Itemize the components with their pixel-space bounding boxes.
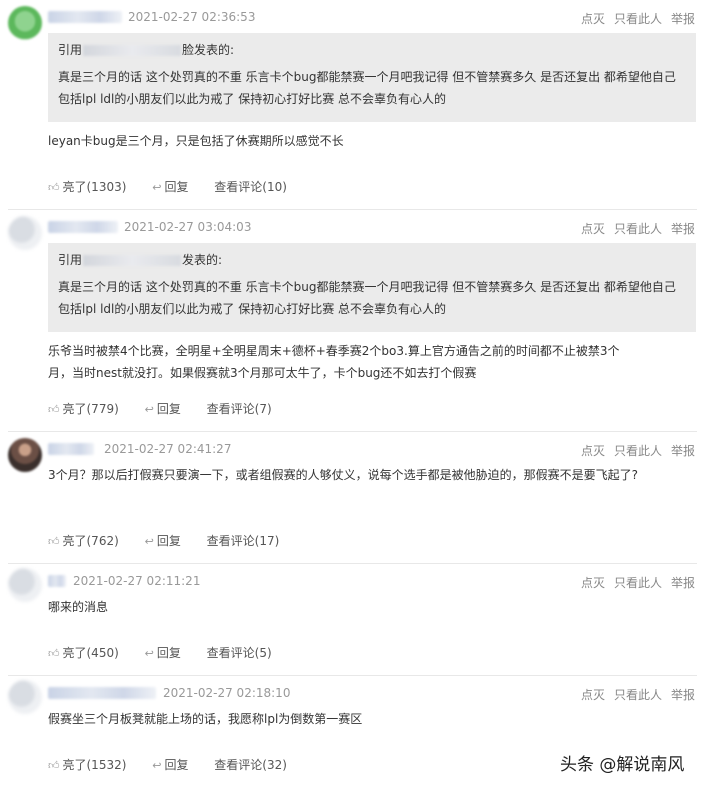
reply-button[interactable]: ↩ 回复 [152,756,188,773]
only-this-user-button[interactable]: 只看此人 [614,444,662,458]
view-comments-button[interactable]: 查看评论(7) [207,400,272,417]
reply-icon: ↩ [152,759,162,772]
reply-label: 回复 [156,646,181,660]
comment-time: 2021-02-27 03:04:03 [124,220,252,234]
reply-icon: ↩ [144,403,154,416]
like-count: 亮了(762) [62,534,119,548]
reply-label: 回复 [156,534,181,548]
bury-button[interactable]: 点灭 [581,444,605,458]
reply-button[interactable]: ↩ 回复 [145,532,181,549]
reply-button[interactable]: ↩ 回复 [145,400,181,417]
like-button[interactable]: 👍︎ 亮了(779) [48,400,119,417]
comment-time: 2021-02-27 02:41:27 [104,442,232,456]
comment-actions: 点灭 只看此人 举报 [572,686,695,703]
bury-button[interactable]: 点灭 [581,12,605,26]
comment-text: leyan卡bug是三个月，只是包括了休赛期所以感觉不长 [48,134,344,148]
reply-icon: ↩ [144,535,154,548]
only-this-user-button[interactable]: 只看此人 [614,576,662,590]
view-comments-button[interactable]: 查看评论(32) [214,756,287,773]
avatar[interactable] [8,216,42,250]
avatar[interactable] [8,438,42,472]
username[interactable] [48,11,122,23]
thumb-up-icon: 👍︎ [48,759,60,772]
like-button[interactable]: 👍︎ 亮了(1303) [48,178,126,195]
report-button[interactable]: 举报 [671,222,695,236]
quote-text: 真是三个月的话 这个处罚真的不重 乐言卡个bug都能禁赛一个月吧我记得 但不管禁… [58,280,676,316]
quote-block: 引用 发表的: 真是三个月的话 这个处罚真的不重 乐言卡个bug都能禁赛一个月吧我… [48,243,696,332]
avatar[interactable] [8,6,42,40]
quote-username[interactable] [83,255,182,266]
avatar[interactable] [8,568,42,602]
comment-text: 哪来的消息 [48,600,109,614]
reply-label: 回复 [164,180,189,194]
comment-time: 2021-02-27 02:18:10 [163,686,291,700]
quote-header: 引用 发表的: [58,251,222,268]
reply-label: 回复 [164,758,189,772]
bury-button[interactable]: 点灭 [581,576,605,590]
username[interactable] [48,221,118,233]
thumb-up-icon: 👍︎ [48,181,60,194]
bury-button[interactable]: 点灭 [581,222,605,236]
view-comments-button[interactable]: 查看评论(10) [214,178,287,195]
only-this-user-button[interactable]: 只看此人 [614,688,662,702]
comment-item: 2021-02-27 02:11:21 点灭 只看此人 举报 哪来的消息 👍︎ 亮了(… [0,564,705,675]
comment-footer: 👍︎ 亮了(450) ↩ 回复 查看评论(5) [48,644,294,661]
comment-item: 2021-02-27 02:41:27 点灭 只看此人 举报 3个月？那以后打假赛只… [0,432,705,563]
report-button[interactable]: 举报 [671,576,695,590]
bury-button[interactable]: 点灭 [581,688,605,702]
reply-label: 回复 [156,402,181,416]
like-button[interactable]: 👍︎ 亮了(450) [48,644,119,661]
only-this-user-button[interactable]: 只看此人 [614,222,662,236]
quote-prefix: 引用 [58,253,83,267]
report-button[interactable]: 举报 [671,12,695,26]
comment-time: 2021-02-27 02:11:21 [73,574,201,588]
report-button[interactable]: 举报 [671,688,695,702]
only-this-user-button[interactable]: 只看此人 [614,12,662,26]
report-button[interactable]: 举报 [671,444,695,458]
comment-footer: 👍︎ 亮了(1532) ↩ 回复 查看评论(32) [48,756,309,773]
like-button[interactable]: 👍︎ 亮了(1532) [48,756,126,773]
quote-username[interactable] [83,45,182,56]
reply-icon: ↩ [144,647,154,660]
like-count: 亮了(1532) [62,758,127,772]
like-count: 亮了(779) [62,402,119,416]
view-comments-button[interactable]: 查看评论(17) [207,532,280,549]
thumb-up-icon: 👍︎ [48,403,60,416]
comment-text: 假赛坐三个月板凳就能上场的话，我愿称lpl为倒数第一赛区 [48,712,363,726]
reply-icon: ↩ [152,181,162,194]
view-comments-button[interactable]: 查看评论(5) [207,644,272,661]
comment-footer: 👍︎ 亮了(779) ↩ 回复 查看评论(7) [48,400,294,417]
comment-actions: 点灭 只看此人 举报 [572,220,695,237]
like-count: 亮了(450) [62,646,119,660]
avatar[interactable] [8,680,42,714]
username[interactable] [48,575,66,587]
username[interactable] [48,443,94,455]
comment-footer: 👍︎ 亮了(762) ↩ 回复 查看评论(17) [48,532,301,549]
reply-button[interactable]: ↩ 回复 [152,178,188,195]
quote-prefix: 引用 [58,43,83,57]
comment-footer: 👍︎ 亮了(1303) ↩ 回复 查看评论(10) [48,178,309,195]
thumb-up-icon: 👍︎ [48,535,60,548]
comment-text: 乐爷当时被禁4个比赛，全明星+全明星周末+德杯+春季赛2个bo3.算上官方通告之… [48,344,620,380]
comment-item: 2021-02-27 03:04:03 点灭 只看此人 举报 引用 发表的: 真是三个… [0,210,705,432]
quote-suffix: 发表的: [182,253,223,267]
comment-actions: 点灭 只看此人 举报 [572,10,695,27]
like-count: 亮了(1303) [62,180,127,194]
quote-block: 引用 脸发表的: 真是三个月的话 这个处罚真的不重 乐言卡个bug都能禁赛一个月吧… [48,33,696,122]
comment-text: 3个月？那以后打假赛只要演一下，或者组假赛的人够仗义，说每个选手都是被他胁迫的，… [48,468,639,482]
comment-item: 2021-02-27 02:36:53 点灭 只看此人 举报 引用 脸发表的: 真是三… [0,0,705,210]
comment-actions: 点灭 只看此人 举报 [572,442,695,459]
reply-button[interactable]: ↩ 回复 [145,644,181,661]
username[interactable] [48,687,156,699]
watermark: 头条 @解说南风 [560,755,685,775]
thumb-up-icon: 👍︎ [48,647,60,660]
comment-time: 2021-02-27 02:36:53 [128,10,256,24]
like-button[interactable]: 👍︎ 亮了(762) [48,532,119,549]
comment-actions: 点灭 只看此人 举报 [572,574,695,591]
quote-text: 真是三个月的话 这个处罚真的不重 乐言卡个bug都能禁赛一个月吧我记得 但不管禁… [58,70,676,106]
quote-header: 引用 脸发表的: [58,41,234,58]
quote-suffix: 脸发表的: [182,43,235,57]
